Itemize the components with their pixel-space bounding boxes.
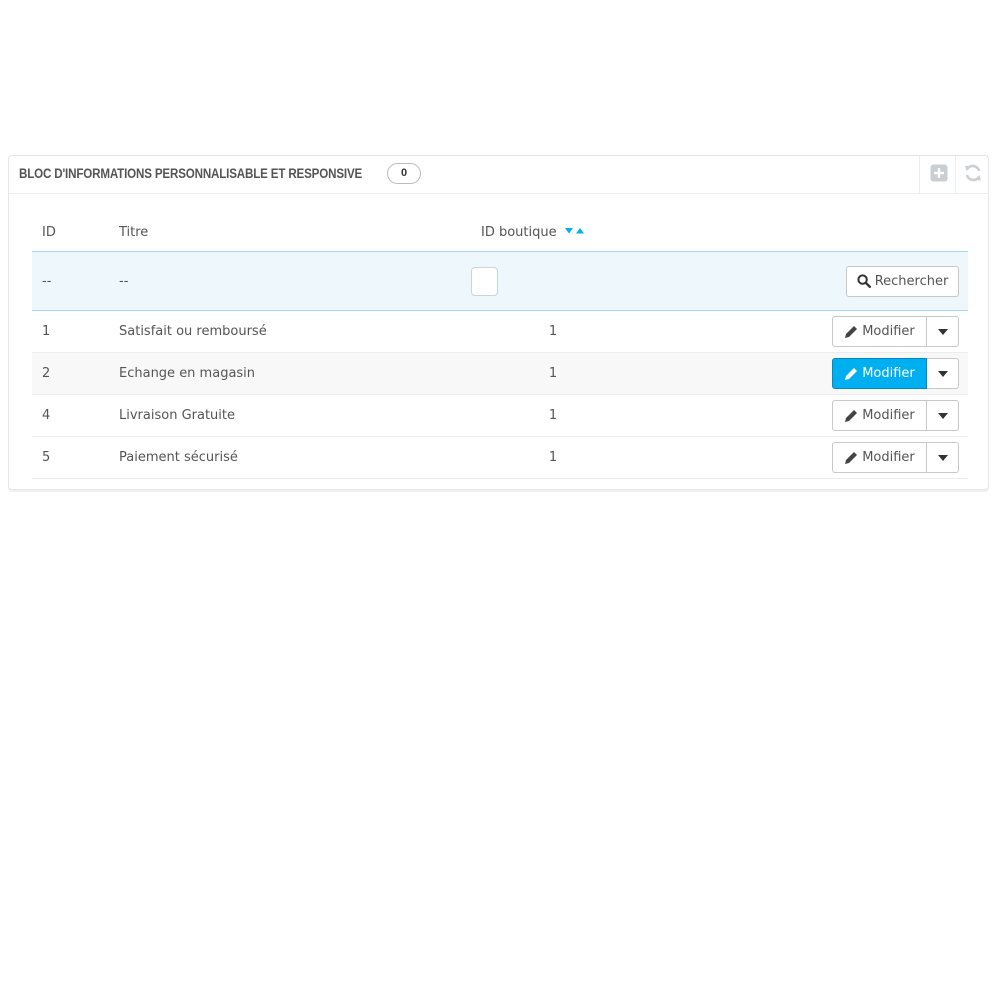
edit-button[interactable]: Modifier	[832, 316, 927, 347]
cell-title: Echange en magasin	[109, 352, 480, 395]
filter-id: --	[32, 251, 109, 311]
row-action-group: Modifier	[832, 400, 959, 431]
filter-title: --	[109, 251, 480, 311]
edit-button[interactable]: Modifier	[832, 358, 927, 389]
edit-button[interactable]: Modifier	[832, 442, 927, 473]
caret-down-icon	[937, 450, 948, 465]
filter-actions: Rechercher	[627, 251, 968, 311]
cell-id: 4	[32, 394, 109, 437]
header-id: ID	[42, 224, 56, 240]
panel-title: BLOC D'INFORMATIONS PERSONNALISABLE ET R…	[19, 166, 363, 181]
table-header-row: ID Titre ID boutique	[32, 213, 968, 252]
add-new-button[interactable]	[921, 156, 957, 193]
row-action-group: Modifier	[832, 316, 959, 347]
edit-button[interactable]: Modifier	[832, 400, 927, 431]
search-icon	[857, 274, 871, 288]
cell-shop-id: 1	[480, 436, 627, 479]
table-row: 4 Livraison Gratuite 1 Modifier	[32, 394, 968, 437]
list-panel: BLOC D'INFORMATIONS PERSONNALISABLE ET R…	[8, 155, 989, 490]
sort-controls	[564, 225, 586, 240]
sort-asc-icon[interactable]	[575, 227, 584, 234]
cell-id: 5	[32, 436, 109, 479]
pencil-icon	[844, 451, 858, 465]
table-row: 2 Echange en magasin 1 Modifier	[32, 352, 968, 395]
cell-shop-id: 1	[480, 394, 627, 437]
row-actions-dropdown[interactable]	[927, 358, 959, 389]
refresh-icon	[963, 163, 983, 187]
cell-actions: Modifier	[627, 436, 968, 479]
row-action-group: Modifier	[832, 358, 959, 389]
row-actions-dropdown[interactable]	[927, 316, 959, 347]
pencil-icon	[844, 325, 858, 339]
row-action-group: Modifier	[832, 442, 959, 473]
plus-square-icon	[930, 164, 948, 186]
header-title: Titre	[119, 224, 149, 240]
cell-actions: Modifier	[627, 310, 968, 353]
count-badge: 0	[387, 163, 421, 184]
cell-title: Paiement sécurisé	[109, 436, 480, 479]
edit-button-label: Modifier	[862, 324, 915, 339]
row-actions-dropdown[interactable]	[927, 442, 959, 473]
table-row: 1 Satisfait ou remboursé 1 Modifier	[32, 310, 968, 353]
caret-down-icon	[937, 366, 948, 381]
toolbar-divider	[919, 156, 920, 193]
cell-shop-id: 1	[480, 310, 627, 353]
cell-shop-id: 1	[480, 352, 627, 395]
table-row: 5 Paiement sécurisé 1 Modifier	[32, 436, 968, 479]
refresh-list-button[interactable]	[955, 156, 991, 193]
cell-actions: Modifier	[627, 352, 968, 395]
search-button[interactable]: Rechercher	[846, 265, 959, 297]
shop-filter-input[interactable]	[471, 266, 498, 296]
row-actions-dropdown[interactable]	[927, 400, 959, 431]
edit-button-label: Modifier	[862, 408, 915, 423]
edit-button-label: Modifier	[862, 366, 915, 381]
header-shop-id-cell: ID boutique	[480, 213, 968, 252]
cell-title: Satisfait ou remboursé	[109, 310, 480, 353]
search-button-label: Rechercher	[874, 273, 949, 289]
cell-title: Livraison Gratuite	[109, 394, 480, 437]
pencil-icon	[844, 367, 858, 381]
cell-id: 2	[32, 352, 109, 395]
cell-actions: Modifier	[627, 394, 968, 437]
filter-row: -- -- Rechercher	[32, 251, 968, 311]
cell-id: 1	[32, 310, 109, 353]
header-shop-id: ID boutique	[481, 224, 557, 240]
caret-down-icon	[937, 324, 948, 339]
caret-down-icon	[937, 408, 948, 423]
sort-desc-icon[interactable]	[564, 227, 573, 234]
pencil-icon	[844, 409, 858, 423]
data-table: ID Titre ID boutique -- -- Rechercher 1 …	[32, 213, 968, 479]
filter-shop-cell	[471, 251, 627, 311]
panel-heading: BLOC D'INFORMATIONS PERSONNALISABLE ET R…	[9, 156, 988, 194]
edit-button-label: Modifier	[862, 450, 915, 465]
